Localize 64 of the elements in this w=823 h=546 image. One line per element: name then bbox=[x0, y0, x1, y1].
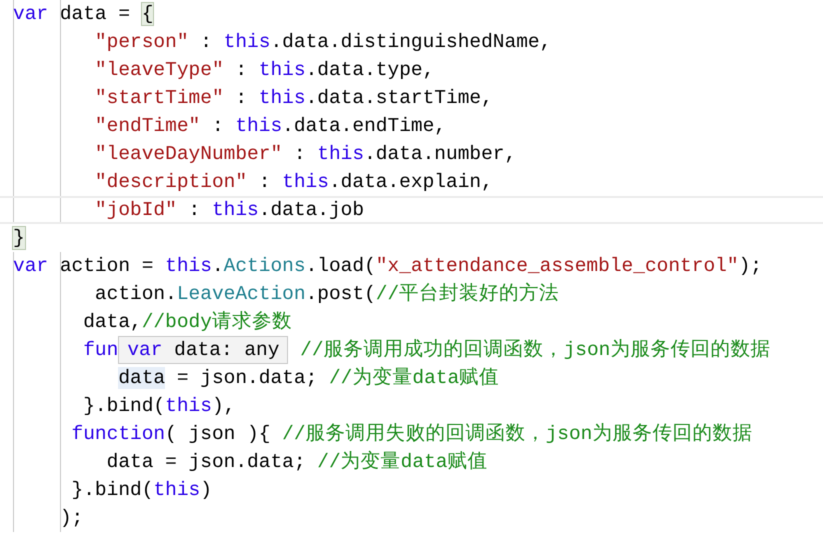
code-text: ); bbox=[60, 507, 84, 529]
keyword: var bbox=[13, 3, 48, 25]
code-text: ) bbox=[200, 479, 212, 501]
highlighted-symbol: data bbox=[118, 367, 166, 389]
code-text: .load( bbox=[306, 255, 376, 277]
keyword: var bbox=[13, 255, 48, 277]
keyword: this bbox=[165, 395, 212, 417]
code-text: : bbox=[235, 87, 248, 109]
code-text: : bbox=[188, 199, 202, 221]
code-text: .post( bbox=[306, 283, 376, 305]
code-text: ); bbox=[738, 255, 762, 277]
code-comment: //服务调用成功的回调函数，json为服务传回的数据 bbox=[300, 339, 770, 361]
string-literal: "endTime" bbox=[94, 115, 200, 137]
code-text: : bbox=[235, 59, 248, 81]
code-comment: //为变量data赋值 bbox=[328, 367, 500, 389]
keyword: this bbox=[165, 255, 212, 277]
code-text: = json.data; bbox=[176, 367, 318, 389]
code-text: ), bbox=[212, 395, 236, 417]
code-text: data, bbox=[83, 311, 142, 333]
code-text: : bbox=[294, 143, 307, 165]
keyword: this bbox=[317, 143, 364, 165]
keyword: this bbox=[258, 87, 306, 109]
code-text: .data.distinguishedName, bbox=[270, 31, 552, 53]
keyword: this bbox=[235, 115, 282, 137]
code-comment: //服务调用失败的回调函数，json为服务传回的数据 bbox=[282, 423, 752, 445]
string-literal: "description" bbox=[94, 171, 248, 193]
code-text: : bbox=[212, 115, 225, 137]
keyword: this bbox=[153, 479, 200, 501]
code-text: }.bind( bbox=[72, 479, 154, 501]
keyword: this bbox=[282, 171, 329, 193]
code-text: : bbox=[200, 31, 213, 53]
string-literal: "person" bbox=[94, 31, 189, 53]
keyword: this bbox=[224, 31, 270, 53]
code-text: action = bbox=[60, 255, 154, 277]
code-text: .data.endTime, bbox=[282, 115, 446, 137]
hover-tooltip: var data: any bbox=[118, 336, 288, 364]
code-text: . bbox=[212, 255, 224, 277]
string-literal: "startTime" bbox=[94, 87, 224, 109]
code-text: data = json.data; bbox=[106, 451, 307, 473]
code-text: }.bind( bbox=[83, 395, 166, 417]
code-text: ( json ){ bbox=[165, 423, 272, 445]
string-literal: "leaveDayNumber" bbox=[94, 143, 282, 165]
code-comment: //平台封装好的方法 bbox=[376, 283, 560, 305]
code-text: .data.explain, bbox=[328, 171, 493, 193]
code-text: .data.startTime, bbox=[306, 87, 493, 109]
string-literal: "jobId" bbox=[94, 199, 177, 221]
type-name: LeaveAction bbox=[176, 283, 306, 305]
type-name: Actions bbox=[224, 255, 306, 277]
code-text: data = bbox=[60, 3, 132, 25]
code-comment: //为变量data赋值 bbox=[317, 451, 488, 473]
code-comment: //body请求参数 bbox=[142, 311, 292, 333]
string-literal: "leaveType" bbox=[94, 59, 224, 81]
code-text: action. bbox=[94, 283, 177, 305]
keyword: this bbox=[258, 59, 306, 81]
keyword: function bbox=[72, 423, 166, 445]
string-literal: "x_attendance_assemble_control" bbox=[376, 255, 739, 277]
matched-brace: { bbox=[142, 3, 154, 25]
code-text: .data.type, bbox=[306, 59, 434, 81]
keyword: this bbox=[212, 199, 259, 221]
code-text: : bbox=[258, 171, 272, 193]
matched-brace: } bbox=[13, 227, 25, 249]
keyword: fun bbox=[83, 339, 118, 361]
code-text: .data.job bbox=[258, 199, 364, 221]
code-text: .data.number, bbox=[364, 143, 516, 165]
